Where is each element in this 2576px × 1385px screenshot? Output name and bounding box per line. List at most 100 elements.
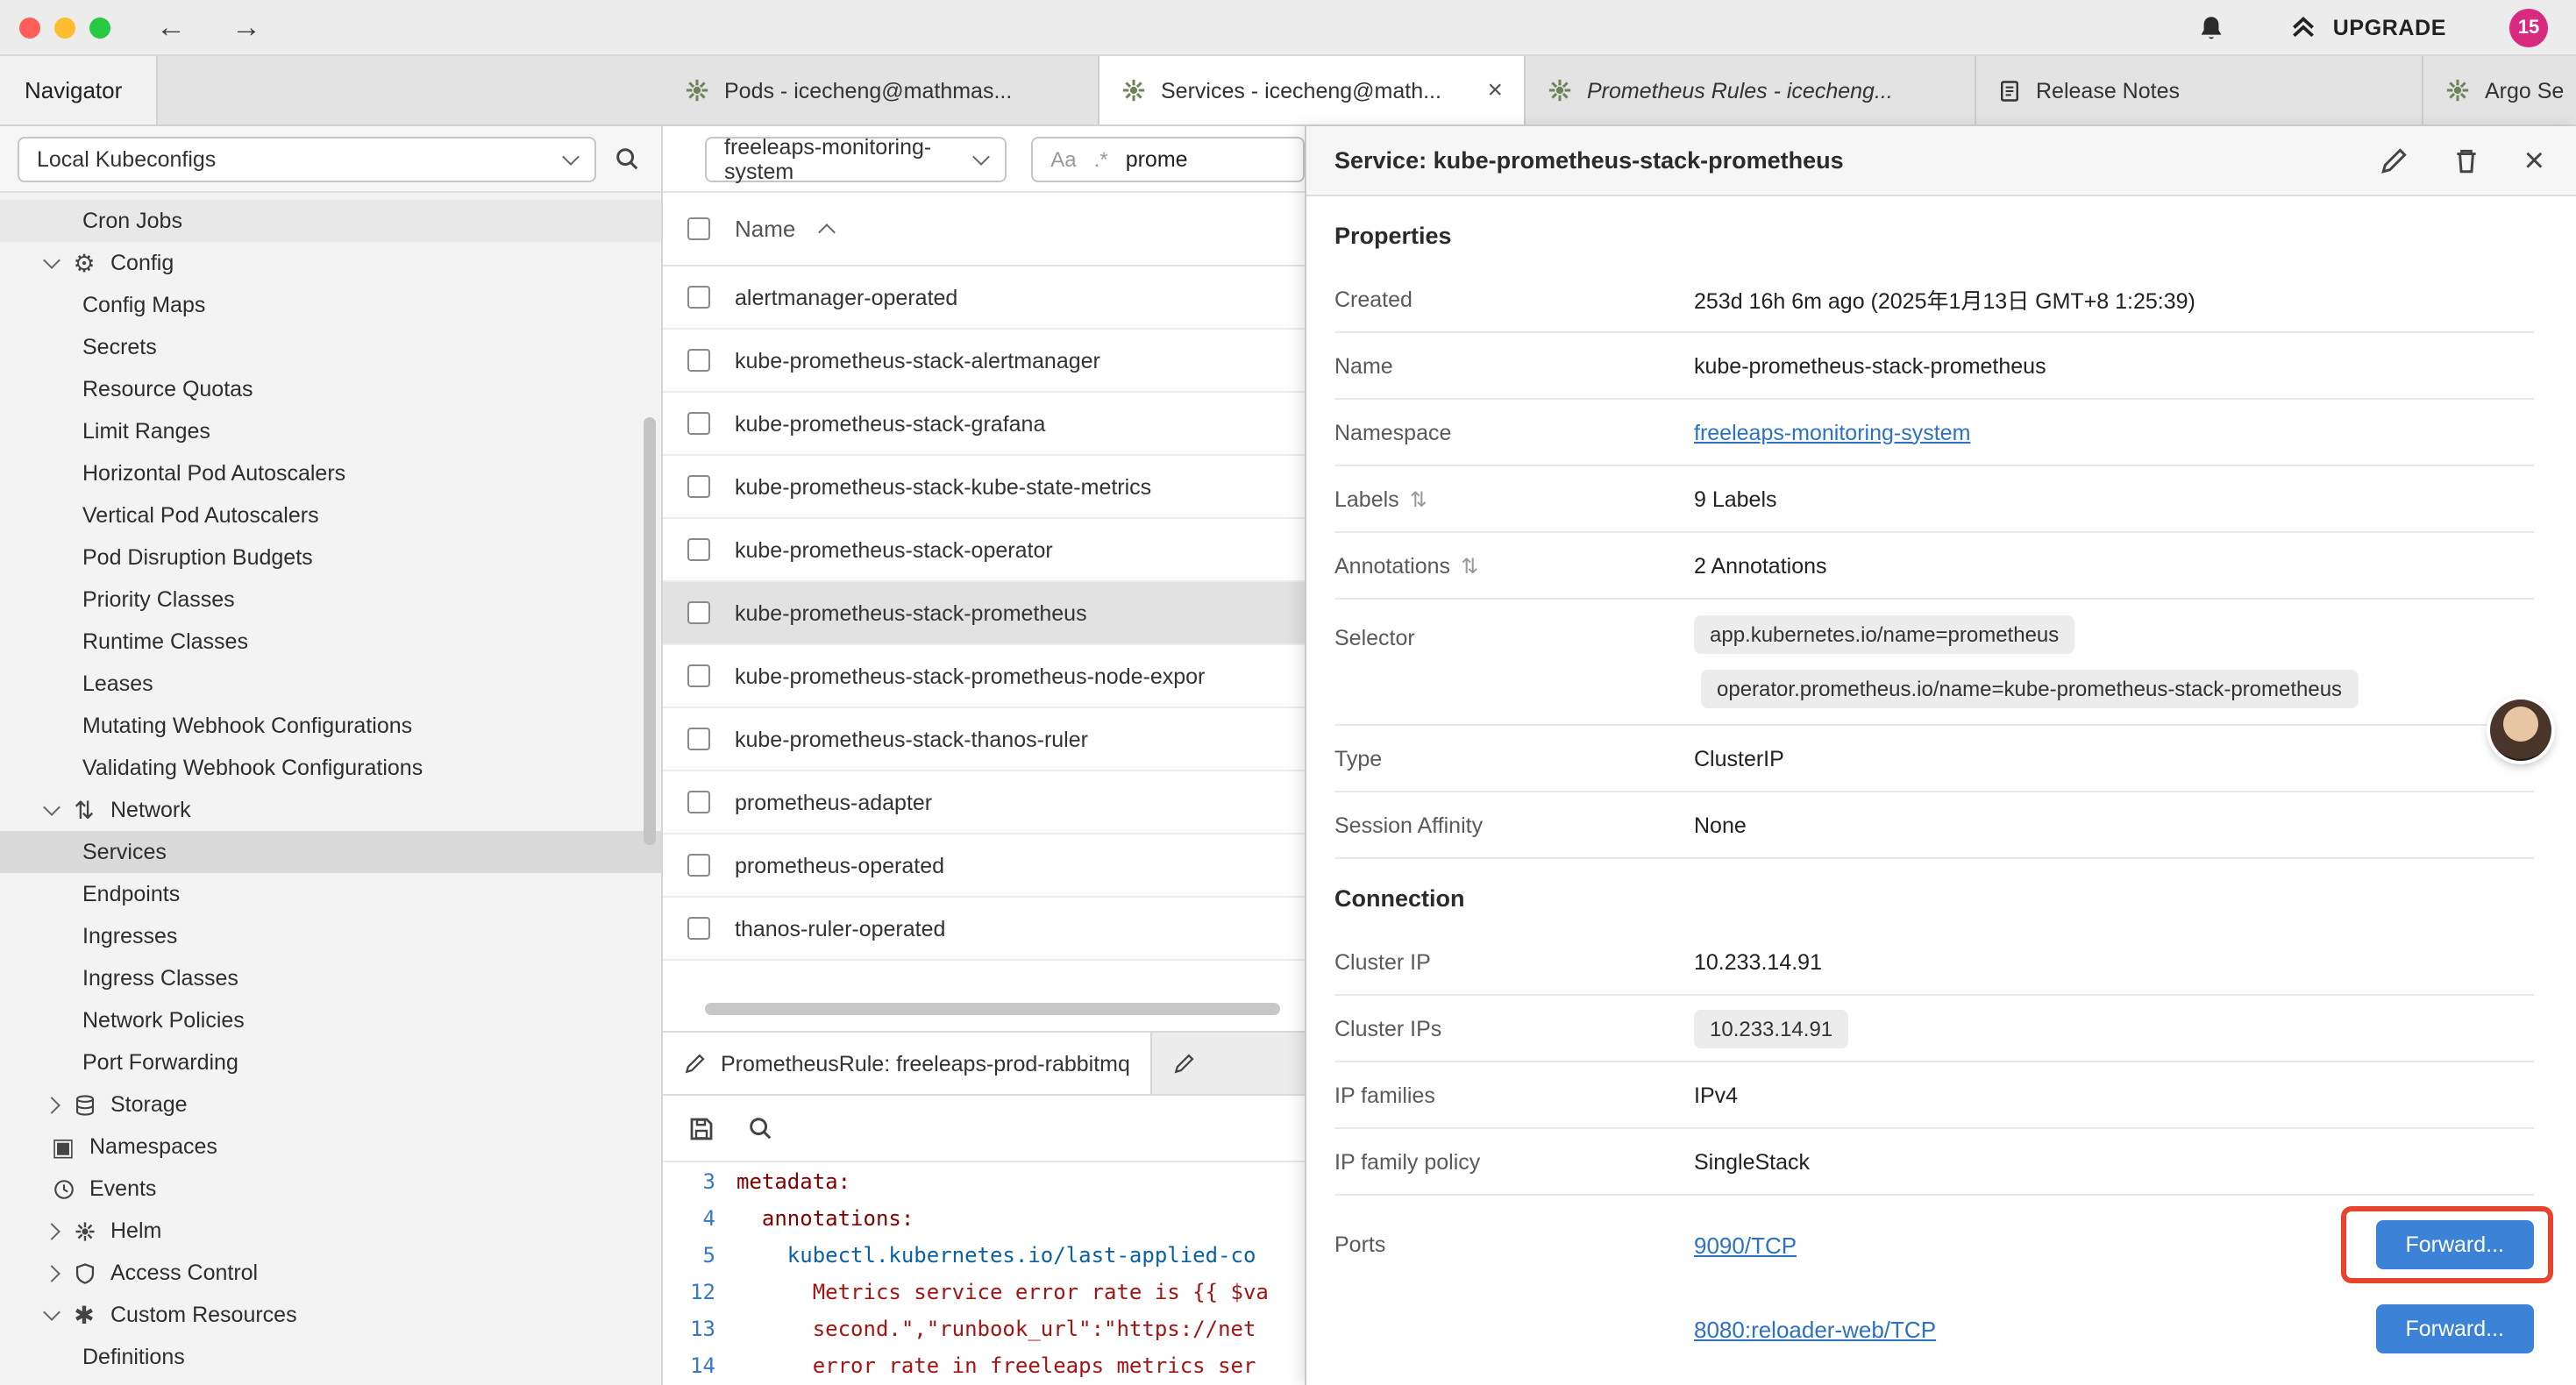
row-checkbox[interactable]: [687, 601, 710, 624]
sidebar-item-pod-disruption-budgets[interactable]: Pod Disruption Budgets: [0, 536, 661, 579]
service-row[interactable]: kube-prometheus-stack-thanos-ruler: [663, 708, 1305, 771]
minimize-window-button[interactable]: [54, 17, 75, 38]
regex-toggle[interactable]: .*: [1094, 146, 1108, 171]
trash-icon[interactable]: [2452, 146, 2482, 175]
forward-button[interactable]: →: [231, 10, 261, 45]
notifications-bell-icon[interactable]: [2198, 13, 2226, 41]
sidebar-item-mutating-webhook-configurations[interactable]: Mutating Webhook Configurations: [0, 705, 661, 747]
row-checkbox[interactable]: [687, 538, 710, 561]
sidebar-item-access-control[interactable]: Access Control: [0, 1252, 661, 1294]
service-row[interactable]: kube-prometheus-stack-prometheus-node-ex…: [663, 645, 1305, 708]
service-row[interactable]: kube-prometheus-stack-operator: [663, 519, 1305, 582]
labels-value: 9 Labels: [1694, 487, 2534, 511]
service-row[interactable]: prometheus-operated: [663, 835, 1305, 898]
line-text: metadata:: [737, 1164, 850, 1201]
sidebar-item-priority-classes[interactable]: Priority Classes: [0, 579, 661, 621]
session-affinity-value: None: [1694, 813, 2534, 837]
service-row[interactable]: kube-prometheus-stack-alertmanager: [663, 330, 1305, 393]
tab-release-notes[interactable]: Release Notes: [1976, 56, 2423, 124]
tab-prometheus-rules[interactable]: Prometheus Rules - icecheng...: [1526, 56, 1976, 124]
sidebar-item-horizontal-pod-autoscalers[interactable]: Horizontal Pod Autoscalers: [0, 452, 661, 494]
sidebar-item-network[interactable]: ⇅ Network: [0, 789, 661, 831]
avatar[interactable]: [2490, 700, 2551, 761]
navigator-tree: Cron Jobs ⚙ Config Config Maps Secrets R…: [0, 193, 661, 1378]
dock-tab-partial[interactable]: [1153, 1033, 1234, 1094]
sidebar-item-custom-resources[interactable]: ✱ Custom Resources: [0, 1294, 661, 1336]
service-row[interactable]: thanos-ruler-operated: [663, 898, 1305, 961]
service-row[interactable]: kube-prometheus-stack-grafana: [663, 393, 1305, 456]
sidebar-item-ingress-classes[interactable]: Ingress Classes: [0, 957, 661, 999]
sidebar-item-validating-webhook-configurations[interactable]: Validating Webhook Configurations: [0, 747, 661, 789]
row-checkbox[interactable]: [687, 854, 710, 877]
sidebar-item-leases[interactable]: Leases: [0, 663, 661, 705]
back-button[interactable]: ←: [156, 10, 186, 45]
tab-pods[interactable]: Pods - icecheng@mathmas...: [663, 56, 1099, 124]
sidebar-item-storage[interactable]: Storage: [0, 1083, 661, 1126]
row-checkbox[interactable]: [687, 791, 710, 813]
row-checkbox[interactable]: [687, 349, 710, 372]
row-checkbox[interactable]: [687, 286, 710, 309]
sort-ascending-icon[interactable]: [817, 224, 835, 241]
namespace-link[interactable]: freeleaps-monitoring-system: [1694, 420, 1970, 444]
forward-port-button[interactable]: Forward...: [2375, 1220, 2534, 1269]
close-icon[interactable]: ×: [2524, 143, 2544, 178]
expand-toggle-icon[interactable]: ⇅: [1461, 553, 1478, 578]
kubeconfig-select[interactable]: Local Kubeconfigs: [18, 136, 596, 181]
service-row-selected[interactable]: kube-prometheus-stack-prometheus: [663, 582, 1305, 645]
sidebar-item-limit-ranges[interactable]: Limit Ranges: [0, 410, 661, 452]
sidebar-scrollbar[interactable]: [644, 417, 656, 845]
sidebar-item-endpoints[interactable]: Endpoints: [0, 873, 661, 915]
sidebar-item-ingresses[interactable]: Ingresses: [0, 915, 661, 957]
sidebar-item-cron-jobs[interactable]: Cron Jobs: [0, 200, 661, 242]
type-value: ClusterIP: [1694, 746, 2534, 771]
row-checkbox[interactable]: [687, 475, 710, 498]
service-row[interactable]: prometheus-adapter: [663, 771, 1305, 835]
save-icon[interactable]: [687, 1114, 715, 1142]
port-link[interactable]: 9090/TCP: [1694, 1232, 1797, 1258]
sidebar-item-config[interactable]: ⚙ Config: [0, 242, 661, 284]
editor-line: 14 error rate in freeleaps metrics ser: [663, 1348, 1305, 1385]
sidebar-item-namespaces[interactable]: ▣ Namespaces: [0, 1126, 661, 1168]
port-link[interactable]: 8080:reloader-web/TCP: [1694, 1316, 1936, 1342]
sidebar-item-events[interactable]: Events: [0, 1168, 661, 1210]
sidebar-item-resource-quotas[interactable]: Resource Quotas: [0, 368, 661, 410]
sidebar-item-label: Namespaces: [89, 1134, 217, 1159]
yaml-editor[interactable]: 3metadata: 4 annotations: 5 kubectl.kube…: [663, 1162, 1305, 1385]
sidebar-item-config-maps[interactable]: Config Maps: [0, 284, 661, 326]
tab-services[interactable]: Services - icecheng@math... ×: [1099, 56, 1526, 124]
sidebar-item-port-forwarding[interactable]: Port Forwarding: [0, 1041, 661, 1083]
sidebar-item-runtime-classes[interactable]: Runtime Classes: [0, 621, 661, 663]
maximize-window-button[interactable]: [89, 17, 110, 38]
cluster-ips-badge: 10.233.14.91: [1694, 1009, 1848, 1048]
upgrade-button[interactable]: UPGRADE: [2289, 12, 2446, 42]
row-checkbox[interactable]: [687, 917, 710, 940]
sidebar-item-services[interactable]: Services: [0, 831, 661, 873]
service-row[interactable]: kube-prometheus-stack-kube-state-metrics: [663, 456, 1305, 519]
notification-count-badge[interactable]: 15: [2509, 8, 2548, 46]
row-checkbox[interactable]: [687, 412, 710, 435]
sidebar-item-vertical-pod-autoscalers[interactable]: Vertical Pod Autoscalers: [0, 494, 661, 536]
row-checkbox[interactable]: [687, 664, 710, 687]
sidebar-search-icon[interactable]: [614, 146, 640, 172]
filter-input[interactable]: Aa .* prome: [1031, 136, 1305, 181]
sidebar-item-secrets[interactable]: Secrets: [0, 326, 661, 368]
sidebar-item-label: Vertical Pod Autoscalers: [82, 503, 319, 528]
forward-port-button[interactable]: Forward...: [2375, 1304, 2534, 1353]
sidebar-item-definitions[interactable]: Definitions: [0, 1336, 661, 1378]
dock-tab-prometheusrule[interactable]: PrometheusRule: freeleaps-prod-rabbitmq: [663, 1033, 1153, 1094]
sidebar-item-network-policies[interactable]: Network Policies: [0, 999, 661, 1041]
namespace-select[interactable]: freeleaps-monitoring-system: [705, 136, 1007, 181]
sidebar-item-helm[interactable]: Helm: [0, 1210, 661, 1252]
expand-toggle-icon[interactable]: ⇅: [1410, 487, 1427, 511]
name-column-header[interactable]: Name: [735, 216, 795, 242]
edit-pencil-icon[interactable]: [2380, 146, 2410, 175]
editor-search-icon[interactable]: [747, 1115, 773, 1141]
horizontal-scrollbar[interactable]: [705, 1003, 1280, 1015]
service-row[interactable]: alertmanager-operated: [663, 266, 1305, 330]
tab-close-icon[interactable]: ×: [1487, 77, 1503, 103]
match-case-toggle[interactable]: Aa: [1050, 146, 1076, 171]
row-checkbox[interactable]: [687, 728, 710, 750]
select-all-checkbox[interactable]: [687, 217, 710, 240]
tab-argo[interactable]: Argo Se: [2423, 56, 2576, 124]
close-window-button[interactable]: [19, 17, 40, 38]
